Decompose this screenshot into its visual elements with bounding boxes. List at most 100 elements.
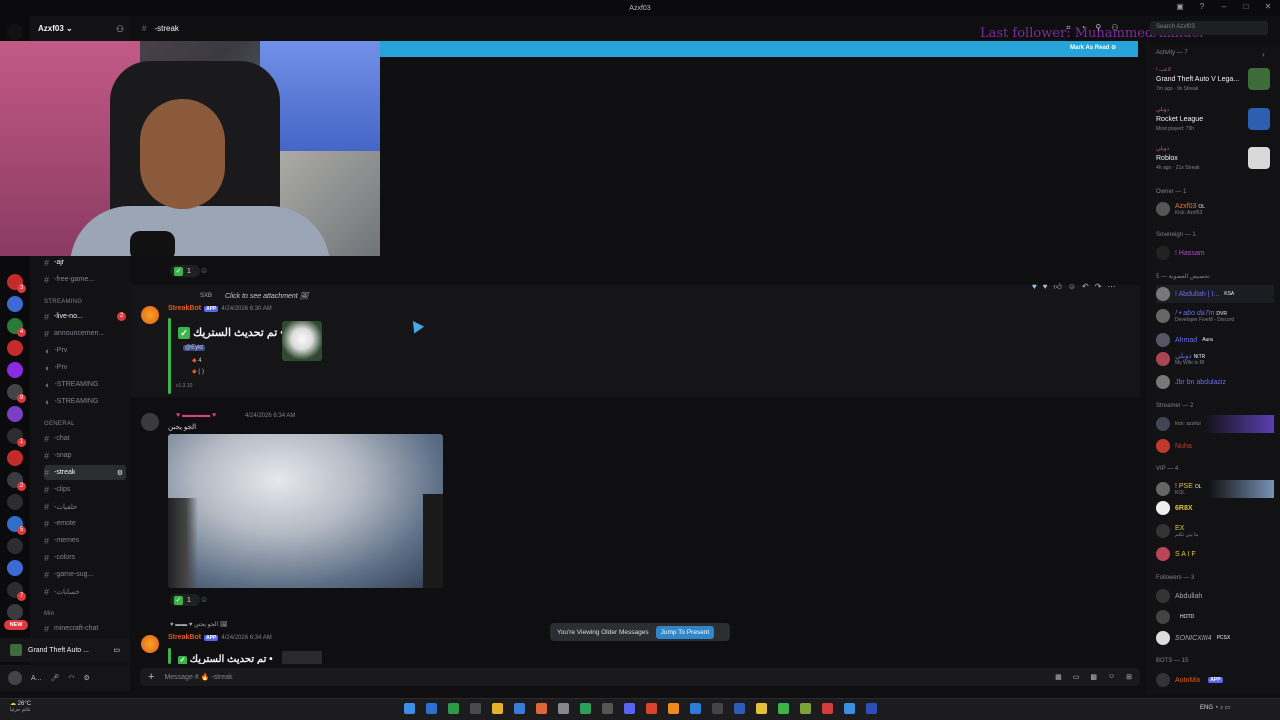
app-icon[interactable] — [734, 703, 745, 714]
category-streaming[interactable]: STREAMING — [44, 299, 82, 305]
image-attachment[interactable] — [168, 434, 443, 588]
add-reaction-icon[interactable]: ☺ — [200, 266, 208, 275]
game-activity-panel[interactable]: Grand Theft Auto ... ▭ — [0, 638, 130, 662]
channel-colors[interactable]: # -colors — [44, 550, 126, 565]
user-mention[interactable]: @Eyld — [183, 345, 205, 351]
member-item[interactable]: S A I F — [1156, 545, 1274, 563]
gift-icon[interactable]: ▦ — [1055, 673, 1062, 681]
jump-to-present-button[interactable]: Jump To Present — [655, 625, 715, 639]
member-item[interactable]: EX ما يبي تكلم — [1156, 522, 1274, 540]
app-icon[interactable] — [580, 703, 591, 714]
member-item[interactable]: 6R8X — [1156, 499, 1274, 517]
channel-game-suggestions[interactable]: # -game-sug... — [44, 567, 126, 582]
reply-preview[interactable]: ♥ ▬▬ ♥ الجو يجنن 🖼︎ — [170, 621, 228, 628]
app-icon[interactable] — [800, 703, 811, 714]
category-general[interactable]: GENERAL — [44, 421, 75, 427]
member-item[interactable]: Jbr bn abdulaziz — [1156, 373, 1274, 391]
microphone-icon[interactable]: 🎤︎ — [51, 674, 60, 682]
member-item[interactable]: دوبلي NITR My Wife is RI — [1156, 350, 1274, 368]
author-name[interactable]: ♥ ▬▬▬▬ ♥ — [176, 412, 216, 419]
author-name[interactable]: StreakBot — [168, 305, 201, 312]
app-icon[interactable] — [712, 703, 723, 714]
reply-preview[interactable]: Click to see attachment 🖼︎ — [225, 292, 309, 300]
members-icon[interactable]: ⚇ — [1111, 23, 1118, 33]
member-item[interactable]: ! PSE OL KOL — [1156, 480, 1274, 498]
member-item[interactable]: Azxf03 OL Kick: Azxf03 — [1156, 200, 1274, 218]
activity-card[interactable]: دوبلي Roblox 4h ago · 21x Streak — [1156, 145, 1274, 179]
server-icon[interactable] — [7, 604, 23, 620]
server-icon[interactable] — [7, 560, 23, 576]
discord-icon[interactable] — [624, 703, 635, 714]
app-icon[interactable] — [778, 703, 789, 714]
server-icon[interactable] — [7, 340, 23, 356]
vscode-icon[interactable] — [690, 703, 701, 714]
channel-minecraft-chat[interactable]: # minecraft-chat — [44, 621, 126, 636]
member-item[interactable]: ! Abdullah | I... KSA — [1156, 285, 1274, 303]
member-item[interactable]: HOTD — [1156, 608, 1274, 626]
obs-icon[interactable] — [602, 703, 613, 714]
reply-icon[interactable]: ↶ — [1082, 282, 1089, 292]
system-tray[interactable]: ENG ◔ ♪ ▭ — [1200, 704, 1230, 711]
add-reaction-icon[interactable]: ☺ — [200, 595, 208, 604]
server-name[interactable]: Azxf03 ⌄ — [38, 24, 73, 33]
maximize-button[interactable]: □ — [1240, 2, 1252, 11]
avatar[interactable] — [141, 635, 159, 653]
threads-icon[interactable]: ⌗ — [1066, 23, 1071, 33]
add-member-icon[interactable]: ⚇ — [116, 24, 124, 35]
screen-share-icon[interactable]: ▭ — [113, 646, 120, 654]
member-item[interactable]: Ahmad Aura — [1156, 331, 1274, 349]
forward-icon[interactable]: ↷ — [1095, 282, 1102, 292]
message-composer[interactable]: + Message # 🔥 -streak ▦ ▭ ▩ ☺ ⊞ — [140, 668, 1140, 686]
server-icon[interactable]: 3 — [7, 274, 26, 293]
settings-icon[interactable]: ⚙ — [84, 674, 90, 682]
app-icon[interactable] — [558, 703, 569, 714]
embed-thumbnail[interactable] — [282, 651, 322, 664]
avatar[interactable] — [141, 306, 159, 324]
member-item[interactable]: Abdullah — [1156, 587, 1274, 605]
close-button[interactable]: ✕ — [1262, 2, 1274, 11]
server-icon[interactable]: 2 — [7, 472, 26, 491]
embed-thumbnail[interactable] — [282, 321, 322, 361]
reaction-check[interactable]: ✓ 1 — [170, 594, 200, 606]
avatar[interactable] — [8, 671, 22, 685]
channel-accounts[interactable]: # -خسابات — [44, 584, 126, 599]
search-input[interactable]: Search Azxf03 — [1150, 21, 1268, 35]
category-min[interactable]: Min — [44, 611, 55, 617]
xbox-icon[interactable] — [448, 703, 459, 714]
member-item[interactable]: kick: azsiful — [1156, 415, 1274, 433]
sticker-icon[interactable]: ▩ — [1090, 673, 1097, 681]
inbox-icon[interactable]: ▣ — [1174, 2, 1186, 11]
member-item[interactable]: SONICXIII4 PCSX — [1156, 629, 1274, 647]
apps-icon[interactable]: ⊞ — [1126, 673, 1132, 681]
pin-icon[interactable]: ⚲ — [1095, 23, 1101, 33]
channel-emote[interactable]: # -emote — [44, 516, 126, 531]
more-icon[interactable]: ⋯ — [1107, 282, 1115, 292]
mark-as-read-button[interactable]: Mark As Read ⊝ — [1070, 44, 1116, 51]
channel-ajr[interactable]: # -ajr — [44, 255, 126, 270]
voice-channel-streaming[interactable]: ◖ -STREAMING — [44, 394, 126, 409]
server-icon[interactable]: 5 — [7, 516, 26, 535]
author-name[interactable]: StreakBot — [168, 634, 201, 641]
heart-icon[interactable]: ♥ — [1043, 282, 1048, 292]
app-icon[interactable] — [822, 703, 833, 714]
file-explorer-icon[interactable] — [492, 703, 503, 714]
activity-card[interactable]: دوبلي Rocket League Most played: 79h — [1156, 106, 1274, 140]
voice-channel-prv[interactable]: ◖ -Prv — [44, 343, 126, 358]
channel-clips[interactable]: # -clips — [44, 482, 126, 497]
server-icon[interactable]: 9 — [7, 384, 26, 403]
channel-streak[interactable]: # -streak ⚙ — [44, 465, 126, 480]
member-item[interactable]: Nuha — [1156, 437, 1274, 455]
server-icon[interactable] — [7, 362, 23, 378]
server-icon[interactable] — [7, 450, 23, 466]
server-icon[interactable] — [7, 538, 23, 554]
channel-chat[interactable]: # -chat — [44, 431, 126, 446]
start-icon[interactable] — [404, 703, 415, 714]
app-icon[interactable] — [756, 703, 767, 714]
avatar[interactable] — [141, 413, 159, 431]
add-attachment-icon[interactable]: + — [148, 671, 154, 683]
app-icon[interactable] — [844, 703, 855, 714]
emoji-icon[interactable]: ☺ — [1108, 673, 1115, 681]
username[interactable]: A... — [31, 675, 42, 682]
new-badge[interactable]: NEW — [4, 620, 28, 630]
server-icon[interactable]: 4 — [7, 318, 26, 337]
